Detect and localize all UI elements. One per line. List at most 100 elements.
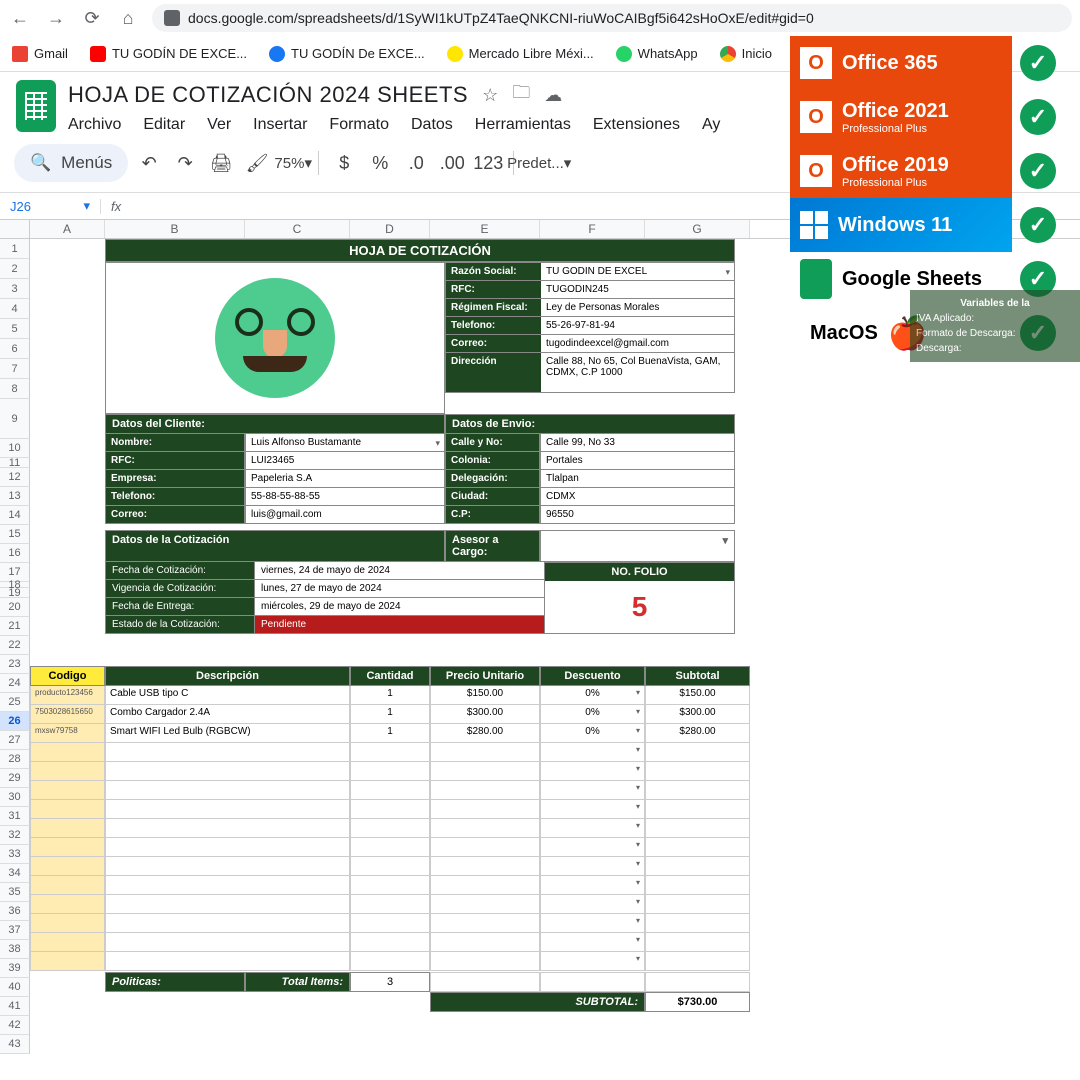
ship-colonia-cell[interactable]: Portales xyxy=(540,452,735,470)
bookmark-gmail[interactable]: Gmail xyxy=(12,46,68,62)
row-header[interactable]: 32 xyxy=(0,826,30,845)
item-discount-cell[interactable]: ▾ xyxy=(540,857,645,876)
redo-button[interactable]: ↷ xyxy=(170,148,200,178)
item-code-cell[interactable] xyxy=(30,857,105,876)
print-button[interactable]: 🖨 xyxy=(206,148,236,178)
row-header[interactable]: 5 xyxy=(0,319,30,339)
estado-cell[interactable]: Pendiente xyxy=(255,616,545,634)
item-qty-cell[interactable]: 1 xyxy=(350,705,430,724)
telefono-cell[interactable]: 55-26-97-81-94 xyxy=(541,317,734,334)
item-price-cell[interactable] xyxy=(430,819,540,838)
razon-social-cell[interactable]: TU GODIN DE EXCEL▾ xyxy=(541,263,734,280)
item-qty-cell[interactable] xyxy=(350,819,430,838)
url-bar[interactable]: docs.google.com/spreadsheets/d/1SyWI1kUT… xyxy=(152,4,1072,32)
increase-decimal-button[interactable]: .00 xyxy=(437,148,467,178)
item-qty-cell[interactable] xyxy=(350,933,430,952)
item-discount-cell[interactable]: ▾ xyxy=(540,876,645,895)
item-price-cell[interactable] xyxy=(430,895,540,914)
item-price-cell[interactable] xyxy=(430,762,540,781)
direccion-cell[interactable]: Calle 88, No 65, Col BuenaVista, GAM, CD… xyxy=(541,353,734,392)
item-subtotal-cell[interactable] xyxy=(645,933,750,952)
forward-button[interactable]: → xyxy=(44,6,68,30)
item-desc-cell[interactable] xyxy=(105,952,350,971)
item-price-cell[interactable] xyxy=(430,781,540,800)
item-subtotal-cell[interactable]: $280.00 xyxy=(645,724,750,743)
item-qty-cell[interactable] xyxy=(350,838,430,857)
row-header[interactable]: 37 xyxy=(0,921,30,940)
item-code-cell[interactable]: mxsw79758 xyxy=(30,724,105,743)
item-qty-cell[interactable] xyxy=(350,781,430,800)
menu-herramientas[interactable]: Herramientas xyxy=(475,116,571,134)
back-button[interactable]: ← xyxy=(8,6,32,30)
item-subtotal-cell[interactable] xyxy=(645,838,750,857)
item-code-cell[interactable]: 7503028615650 xyxy=(30,705,105,724)
item-desc-cell[interactable] xyxy=(105,819,350,838)
bookmark-youtube[interactable]: TU GODÍN DE EXCE... xyxy=(90,46,247,62)
item-desc-cell[interactable] xyxy=(105,762,350,781)
row-header[interactable]: 20 xyxy=(0,598,30,617)
search-menus[interactable]: 🔍 Menús xyxy=(14,144,128,182)
item-subtotal-cell[interactable] xyxy=(645,914,750,933)
home-button[interactable]: ⌂ xyxy=(116,6,140,30)
row-header[interactable]: 27 xyxy=(0,731,30,750)
asesor-cell[interactable]: ▾ xyxy=(540,530,735,562)
item-discount-cell[interactable]: ▾ xyxy=(540,819,645,838)
column-header[interactable]: B xyxy=(105,220,245,238)
item-desc-cell[interactable] xyxy=(105,895,350,914)
zoom-dropdown[interactable]: 75% ▾ xyxy=(278,148,308,178)
row-header[interactable]: 1 xyxy=(0,239,30,259)
item-subtotal-cell[interactable] xyxy=(645,743,750,762)
row-header[interactable]: 33 xyxy=(0,845,30,864)
ship-ciudad-cell[interactable]: CDMX xyxy=(540,488,735,506)
row-header[interactable]: 11 xyxy=(0,458,30,468)
row-header[interactable]: 12 xyxy=(0,468,30,487)
item-desc-cell[interactable] xyxy=(105,857,350,876)
row-header[interactable]: 21 xyxy=(0,617,30,636)
document-title[interactable]: HOJA DE COTIZACIÓN 2024 SHEETS xyxy=(68,82,468,108)
column-header[interactable]: G xyxy=(645,220,750,238)
item-code-cell[interactable] xyxy=(30,876,105,895)
item-price-cell[interactable] xyxy=(430,838,540,857)
row-header[interactable]: 31 xyxy=(0,807,30,826)
row-header[interactable]: 4 xyxy=(0,299,30,319)
item-desc-cell[interactable] xyxy=(105,914,350,933)
ship-cp-cell[interactable]: 96550 xyxy=(540,506,735,524)
regimen-cell[interactable]: Ley de Personas Morales xyxy=(541,299,734,316)
column-header[interactable]: D xyxy=(350,220,430,238)
fecha-cotizacion-cell[interactable]: viernes, 24 de mayo de 2024 xyxy=(255,562,545,580)
item-discount-cell[interactable]: ▾ xyxy=(540,762,645,781)
client-rfc-cell[interactable]: LUI23465 xyxy=(245,452,445,470)
item-price-cell[interactable] xyxy=(430,876,540,895)
row-header[interactable]: 41 xyxy=(0,997,30,1016)
item-qty-cell[interactable] xyxy=(350,857,430,876)
item-subtotal-cell[interactable] xyxy=(645,895,750,914)
row-header[interactable]: 3 xyxy=(0,279,30,299)
row-header[interactable]: 39 xyxy=(0,959,30,978)
correo-cell[interactable]: tugodindeexcel@gmail.com xyxy=(541,335,734,352)
column-header[interactable]: A xyxy=(30,220,105,238)
row-header[interactable]: 10 xyxy=(0,439,30,458)
item-code-cell[interactable] xyxy=(30,914,105,933)
item-price-cell[interactable] xyxy=(430,743,540,762)
item-code-cell[interactable] xyxy=(30,800,105,819)
row-header[interactable]: 19 xyxy=(0,588,30,598)
item-discount-cell[interactable]: ▾ xyxy=(540,800,645,819)
row-header[interactable]: 35 xyxy=(0,883,30,902)
item-price-cell[interactable] xyxy=(430,800,540,819)
client-empresa-cell[interactable]: Papeleria S.A xyxy=(245,470,445,488)
row-header[interactable]: 42 xyxy=(0,1016,30,1035)
menu-datos[interactable]: Datos xyxy=(411,116,453,134)
decrease-decimal-button[interactable]: .0 xyxy=(401,148,431,178)
bookmark-mercadolibre[interactable]: Mercado Libre Méxi... xyxy=(447,46,594,62)
font-dropdown[interactable]: Predet... ▾ xyxy=(524,148,554,178)
percent-button[interactable]: % xyxy=(365,148,395,178)
paint-format-button[interactable]: 🖌 xyxy=(242,148,272,178)
item-subtotal-cell[interactable]: $150.00 xyxy=(645,686,750,705)
name-box[interactable]: J26▾ xyxy=(0,198,100,214)
row-header[interactable]: 8 xyxy=(0,379,30,399)
item-discount-cell[interactable]: ▾ xyxy=(540,952,645,971)
item-qty-cell[interactable] xyxy=(350,895,430,914)
row-header[interactable]: 43 xyxy=(0,1035,30,1054)
item-desc-cell[interactable]: Combo Cargador 2.4A xyxy=(105,705,350,724)
cloud-status-icon[interactable]: ☁ xyxy=(544,85,562,106)
